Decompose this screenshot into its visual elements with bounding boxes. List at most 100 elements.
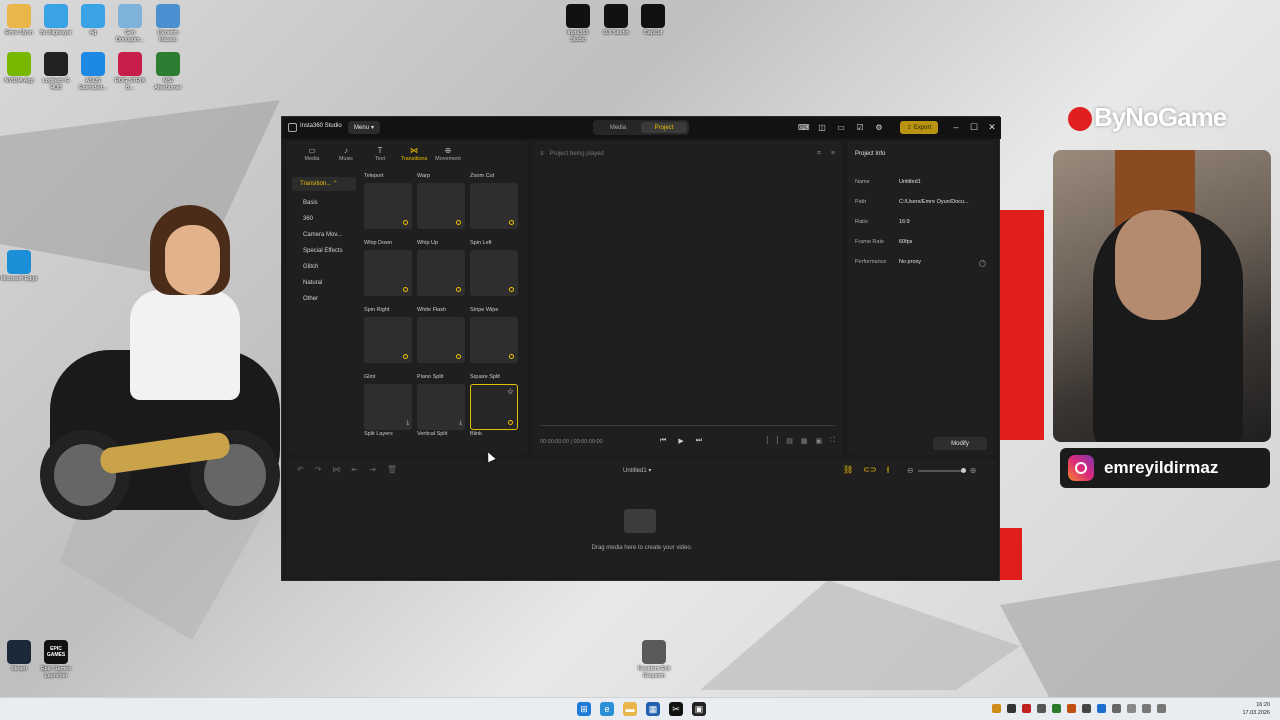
fullscreen-icon[interactable]: ⛶ xyxy=(830,437,835,445)
tray-icon[interactable] xyxy=(1052,704,1061,713)
desktop-shortcut[interactable]: NVIDIA App xyxy=(0,52,38,85)
zoom-in-icon[interactable]: ⊕ xyxy=(970,466,977,475)
snapshot-icon[interactable]: ▣ xyxy=(815,437,822,445)
tray-icon[interactable] xyxy=(1067,704,1076,713)
capcut-taskbar-icon[interactable]: ✂ xyxy=(669,702,683,716)
layout-icon[interactable]: ◫ xyxy=(817,123,827,133)
category-item[interactable]: Glitch xyxy=(292,259,356,275)
transition-thumbnail[interactable] xyxy=(364,317,412,363)
tab-media[interactable]: Media xyxy=(595,122,641,133)
export-button[interactable]: ⇪ Export xyxy=(900,121,938,134)
tray-icon[interactable] xyxy=(1037,704,1046,713)
transition-thumbnail[interactable] xyxy=(364,250,412,296)
tab-transitions[interactable]: ⋈ Transitions xyxy=(399,141,429,169)
edge-taskbar-icon[interactable]: e xyxy=(600,702,614,716)
category-item[interactable]: 360 xyxy=(292,211,356,227)
desktop-shortcut[interactable]: Ağ xyxy=(74,4,112,37)
desktop-shortcut[interactable]: Logitech G HUB xyxy=(37,52,75,92)
redo-icon[interactable]: ↷ xyxy=(315,465,322,474)
desktop-shortcut[interactable]: ROG STRIX B... xyxy=(111,52,149,92)
desktop-shortcut[interactable]: Steam xyxy=(0,640,38,673)
play-icon[interactable]: ▶ xyxy=(678,437,683,445)
desktop-shortcut[interactable]: CapCut xyxy=(634,4,672,37)
mark-out-icon[interactable]: ] xyxy=(776,437,778,445)
magnet-icon[interactable]: ⊂⊃ xyxy=(863,465,876,475)
transition-thumbnail[interactable]: ⤓ xyxy=(417,384,465,430)
file-explorer-icon[interactable]: ▬ xyxy=(623,702,637,716)
transition-item[interactable]: Stripe Wipe xyxy=(470,307,518,363)
transition-thumbnail[interactable] xyxy=(470,183,518,229)
store-icon[interactable]: ▦ xyxy=(646,702,660,716)
undo-icon[interactable]: ↶ xyxy=(297,465,304,474)
desktop-shortcut[interactable]: EPIC GAMES Epic Games Launcher xyxy=(37,640,75,680)
prev-frame-icon[interactable]: ⏮ xyxy=(660,437,666,445)
zoom-out-icon[interactable]: ⊖ xyxy=(907,466,914,475)
desktop-shortcut[interactable]: Bu bilgisayar xyxy=(37,4,75,37)
transition-item[interactable]: Whip Down xyxy=(364,240,412,296)
transition-thumbnail[interactable] xyxy=(470,250,518,296)
help-icon[interactable]: ? xyxy=(979,260,986,267)
transition-thumbnail[interactable] xyxy=(417,250,465,296)
close-icon[interactable]: ✕ xyxy=(986,121,998,133)
tray-icon[interactable] xyxy=(1007,704,1016,713)
next-frame-icon[interactable]: ⏭ xyxy=(696,437,702,445)
download-icon[interactable]: ⤓ xyxy=(406,420,409,427)
tab-media[interactable]: ▭ Media xyxy=(297,141,327,169)
menu-button[interactable]: Menu ▾ xyxy=(348,121,380,134)
desktop-shortcut[interactable]: ASUS Extended... xyxy=(74,52,112,92)
insert-icon[interactable]: ▤ xyxy=(786,437,793,445)
transition-item[interactable]: Warp xyxy=(417,173,465,229)
split-icon[interactable]: ⋈ xyxy=(332,465,340,474)
transition-item[interactable]: White Flash xyxy=(417,307,465,363)
zoom-slider[interactable] xyxy=(917,467,966,473)
tray-icon[interactable] xyxy=(1022,704,1031,713)
overwrite-icon[interactable]: ▦ xyxy=(801,437,808,445)
category-item[interactable]: Special Effects xyxy=(292,243,356,259)
desktop-shortcut[interactable]: Emre Oyun xyxy=(0,4,38,37)
minimize-icon[interactable]: – xyxy=(950,121,962,133)
network-tray-icon[interactable] xyxy=(1142,704,1151,713)
desktop-shortcut[interactable]: MSI Afterburner xyxy=(149,52,187,92)
favorite-star-icon[interactable]: ☆ xyxy=(507,387,514,396)
playback-progress[interactable] xyxy=(540,425,835,426)
volume-icon[interactable] xyxy=(1157,704,1166,713)
tray-icon[interactable] xyxy=(992,704,1001,713)
transition-item[interactable]: Piano Split ⤓ xyxy=(417,374,465,430)
transition-item[interactable]: Square Split ☆ xyxy=(470,374,518,430)
transition-item[interactable]: Spin Right xyxy=(364,307,412,363)
desktop-shortcut[interactable]: Geri Dönüşüm... xyxy=(111,4,149,44)
transition-item[interactable]: Glint ⤓ xyxy=(364,374,412,430)
tray-icon[interactable] xyxy=(1127,704,1136,713)
transition-item[interactable]: Teleport xyxy=(364,173,412,229)
feedback-icon[interactable]: ▭ xyxy=(836,123,846,133)
delete-icon[interactable]: 🗑 xyxy=(387,465,397,474)
mark-in-icon[interactable]: [ xyxy=(766,437,768,445)
bluetooth-icon[interactable] xyxy=(1097,704,1106,713)
category-item[interactable]: Camera Mov... xyxy=(292,227,356,243)
maximize-icon[interactable]: ☐ xyxy=(968,121,980,133)
trim-right-icon[interactable]: ⇥ xyxy=(369,465,376,474)
tab-movement[interactable]: ⊕ Movement xyxy=(433,141,463,169)
transition-thumbnail[interactable]: ⤓ xyxy=(364,384,412,430)
tray-icon[interactable] xyxy=(1112,704,1121,713)
tray-icon[interactable] xyxy=(1082,704,1091,713)
snap-icon[interactable]: ⫲ xyxy=(887,465,890,475)
transition-thumbnail[interactable] xyxy=(417,183,465,229)
system-clock[interactable]: 16:20 17.03.2026 xyxy=(1242,701,1270,717)
transition-thumbnail[interactable]: ☆ xyxy=(470,384,518,430)
desktop-shortcut[interactable]: Insta360 Studio xyxy=(559,4,597,44)
transition-item[interactable]: Zoom Cut xyxy=(470,173,518,229)
start-icon[interactable]: ⊞ xyxy=(577,702,591,716)
insta360-taskbar-icon[interactable]: ▣ xyxy=(692,702,706,716)
desktop-shortcut[interactable]: DJI Studio xyxy=(597,4,635,37)
desktop-shortcut[interactable]: Resident Evil Requiem xyxy=(635,640,673,680)
tab-text[interactable]: T Text xyxy=(365,141,395,169)
trim-left-icon[interactable]: ⇤ xyxy=(351,465,358,474)
transition-item[interactable]: Whip Up xyxy=(417,240,465,296)
tasks-icon[interactable]: ☑ xyxy=(855,123,865,133)
timeline-project-name[interactable]: Untitled1 ▾ xyxy=(623,467,651,474)
category-item[interactable]: Natural xyxy=(292,275,356,291)
transition-item[interactable]: Spin Left xyxy=(470,240,518,296)
keyboard-icon[interactable]: ⌨ xyxy=(798,123,810,133)
category-header[interactable]: Transition... ⌃ xyxy=(292,177,356,191)
